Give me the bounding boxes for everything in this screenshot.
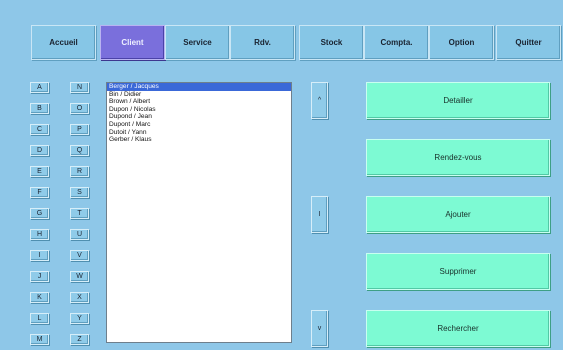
ajouter-button[interactable]: Ajouter: [366, 196, 550, 233]
scroll-down-button[interactable]: v: [311, 310, 328, 347]
client-list-item[interactable]: Dupont / Marc: [107, 121, 291, 129]
nav-service-button[interactable]: Service: [165, 25, 230, 60]
letter-b-button[interactable]: B: [30, 103, 49, 114]
letter-w-button[interactable]: W: [70, 271, 89, 282]
nav-rdv-button[interactable]: Rdv.: [230, 25, 295, 60]
client-list-item[interactable]: Dupond / Jean: [107, 113, 291, 121]
letter-j-button[interactable]: J: [30, 271, 49, 282]
letter-r-button[interactable]: R: [70, 166, 89, 177]
detailler-button[interactable]: Detailler: [366, 82, 550, 119]
letter-y-button[interactable]: Y: [70, 313, 89, 324]
letter-k-button[interactable]: K: [30, 292, 49, 303]
letter-q-button[interactable]: Q: [70, 145, 89, 156]
rendez-vous-button[interactable]: Rendez-vous: [366, 139, 550, 176]
nav-quitter-button[interactable]: Quitter: [496, 25, 561, 60]
supprimer-button[interactable]: Supprimer: [366, 253, 550, 290]
letter-l-button[interactable]: L: [30, 313, 49, 324]
client-list-item[interactable]: Brown / Albert: [107, 98, 291, 106]
letter-m-button[interactable]: M: [30, 334, 49, 345]
letter-v-button[interactable]: V: [70, 250, 89, 261]
letter-g-button[interactable]: G: [30, 208, 49, 219]
client-list[interactable]: Berger / Jacques Bin / Didier Brown / Al…: [106, 82, 292, 343]
nav-option-button[interactable]: Option: [429, 25, 494, 60]
nav-accueil-button[interactable]: Accueil: [31, 25, 96, 60]
letter-h-button[interactable]: H: [30, 229, 49, 240]
letter-e-button[interactable]: E: [30, 166, 49, 177]
letter-d-button[interactable]: D: [30, 145, 49, 156]
scroll-middle-button[interactable]: I: [311, 196, 328, 233]
nav-stock-button[interactable]: Stock: [299, 25, 364, 60]
client-list-item[interactable]: Dupon / Nicolas: [107, 106, 291, 114]
client-list-item[interactable]: Berger / Jacques: [107, 83, 291, 91]
letter-a-button[interactable]: A: [30, 82, 49, 93]
letter-x-button[interactable]: X: [70, 292, 89, 303]
letter-t-button[interactable]: T: [70, 208, 89, 219]
rechercher-button[interactable]: Rechercher: [366, 310, 550, 347]
scroll-up-button[interactable]: ^: [311, 82, 328, 119]
letter-c-button[interactable]: C: [30, 124, 49, 135]
letter-s-button[interactable]: S: [70, 187, 89, 198]
letter-p-button[interactable]: P: [70, 124, 89, 135]
letter-n-button[interactable]: N: [70, 82, 89, 93]
letter-o-button[interactable]: O: [70, 103, 89, 114]
letter-z-button[interactable]: Z: [70, 334, 89, 345]
client-list-item[interactable]: Bin / Didier: [107, 91, 291, 99]
nav-client-button[interactable]: Client: [100, 25, 165, 60]
client-list-item[interactable]: Dutoit / Yann: [107, 129, 291, 137]
letter-u-button[interactable]: U: [70, 229, 89, 240]
client-list-item[interactable]: Gerber / Klaus: [107, 136, 291, 144]
letter-i-button[interactable]: I: [30, 250, 49, 261]
nav-compta-button[interactable]: Compta.: [364, 25, 429, 60]
letter-f-button[interactable]: F: [30, 187, 49, 198]
